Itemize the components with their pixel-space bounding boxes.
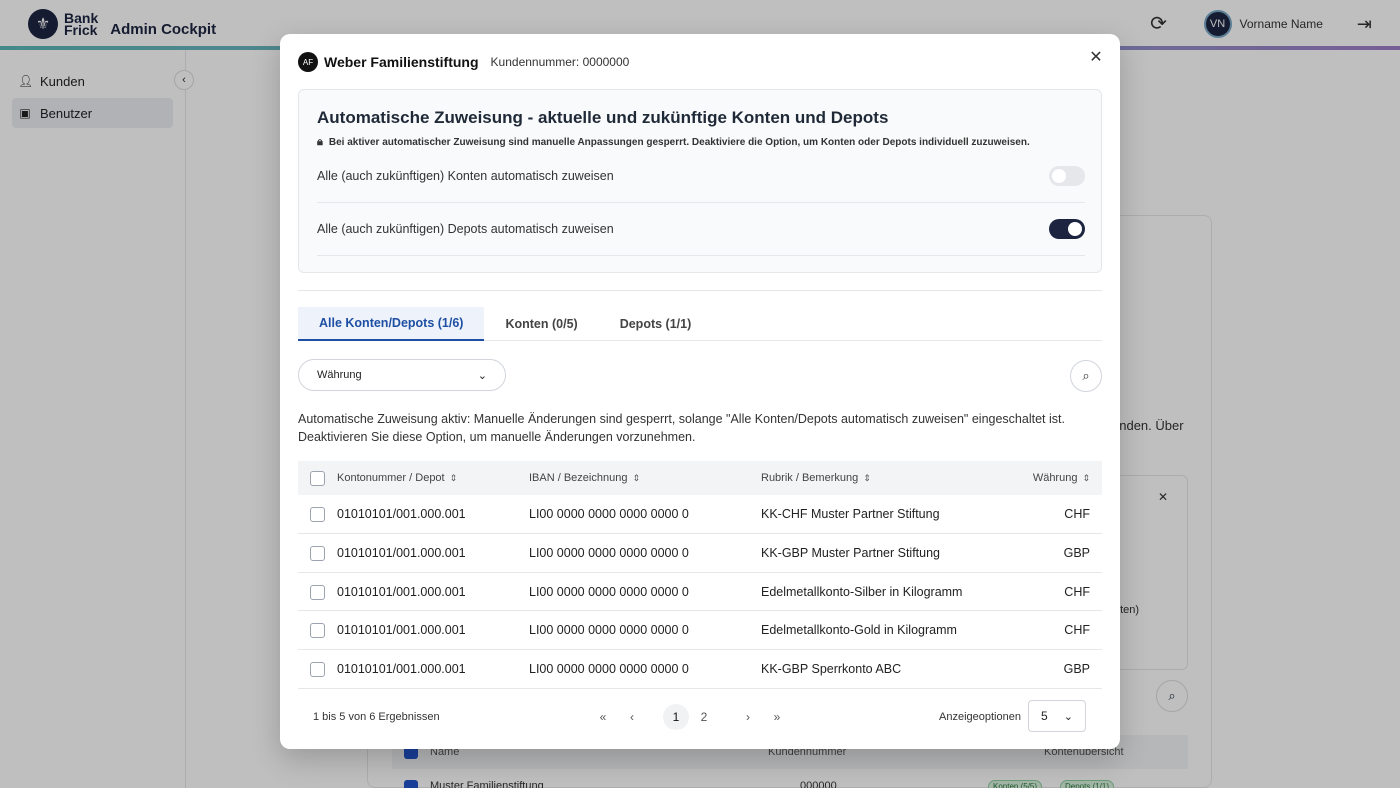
page-size-select[interactable]: 5 ⌄ [1028,700,1086,732]
row-checkbox[interactable] [310,507,325,522]
column-header-label: Kontonummer / Depot [337,472,445,484]
tab-depots[interactable]: Depots (1/1) [599,307,713,341]
cell-konto: 01010101/001.000.001 [337,584,466,599]
cell-iban: LI00 0000 0000 0000 0000 0 [529,507,689,521]
chevron-down-icon: ⌄ [477,369,487,382]
cell-iban: LI00 0000 0000 0000 0000 0 [529,584,689,599]
currency-filter-select[interactable]: Währung ⌄ [298,359,506,391]
tab-alle[interactable]: Alle Konten/Depots (1/6) [298,307,485,341]
auto-assignment-note: 🔒︎ Bei aktiver automatischer Zuweisung s… [317,136,1030,149]
table-header: Kontonummer / Depot ⇕ IBAN / Bezeichnung ⇕… [298,461,1102,495]
search-icon: ⌕ [1082,368,1090,383]
client-number: Kundennummer: 0000000 [490,55,630,69]
search-button[interactable]: ⌕ [1070,360,1102,392]
client-avatar: AF [298,52,318,72]
column-header-rubrik[interactable]: Rubrik / Bemerkung ⇕ [761,472,871,484]
table-row[interactable]: 01010101/001.000.001 LI00 0000 0000 0000… [298,650,1102,689]
cell-iban: LI00 0000 0000 0000 0000 0 [529,623,689,638]
auto-assignment-panel: Automatische Zuweisung - aktuelle und zu… [298,89,1102,273]
client-name: Weber Familienstiftung [324,54,479,70]
cell-currency: CHF [1064,507,1090,521]
divider [298,290,1102,291]
toggle-depots[interactable] [1049,219,1085,239]
currency-filter-label: Währung [317,369,362,381]
modal-header: AF Weber Familienstiftung Kundennummer: … [298,52,629,72]
column-header-iban[interactable]: IBAN / Bezeichnung ⇕ [529,472,640,484]
toggle-knob [1068,222,1082,236]
table-row[interactable]: 01010101/001.000.001 LI00 0000 0000 0000… [298,495,1102,534]
cell-currency: CHF [1064,623,1090,638]
double-chevron-right-icon: » [773,710,781,724]
row-checkbox[interactable] [310,623,325,639]
lock-icon: 🔒︎ [317,136,323,148]
info-line-2: Deaktivieren Sie diese Option, um manuel… [298,430,696,444]
pagination: 1 bis 5 von 6 Ergebnissen « ‹ 1 2 › » An… [298,699,1102,733]
cell-rubrik: KK-GBP Muster Partner Stiftung [761,545,941,560]
column-header-currency[interactable]: Währung ⇕ [1033,472,1090,484]
auto-assignment-note-text: Bei aktiver automatischer Zuweisung sind… [328,137,1030,148]
column-header-konto[interactable]: Kontonummer / Depot ⇕ [337,472,457,484]
cell-iban: LI00 0000 0000 0000 0000 0 [529,662,689,677]
first-page-button[interactable]: « [590,704,616,730]
cell-konto: 01010101/001.000.001 [337,623,466,638]
cell-currency: CHF [1064,584,1090,599]
cell-konto: 01010101/001.000.001 [337,545,466,560]
toggle-label-depots: Alle (auch zukünftigen) Depots automatis… [317,222,614,236]
toggle-row-konten: Alle (auch zukünftigen) Konten automatis… [317,150,1085,203]
toggle-knob [1052,169,1066,183]
table-row[interactable]: 01010101/001.000.001 LI00 0000 0000 0000… [298,573,1102,612]
cell-konto: 01010101/001.000.001 [337,507,466,521]
page-button-2[interactable]: 2 [691,704,717,730]
close-icon[interactable]: ✕ [1088,50,1104,66]
column-header-label: IBAN / Bezeichnung [529,472,628,484]
sort-icon: ⇕ [632,473,640,483]
chevron-left-icon: ‹ [630,710,634,724]
toggle-konten[interactable] [1049,166,1085,186]
info-text: Automatische Zuweisung aktiv: Manuelle Ä… [298,410,1098,446]
cell-currency: GBP [1063,662,1090,677]
assignment-modal: AF Weber Familienstiftung Kundennummer: … [280,34,1120,749]
cell-currency: GBP [1063,545,1090,560]
tab-bar: Alle Konten/Depots (1/6) Konten (0/5) De… [298,307,1102,341]
sort-icon: ⇕ [1082,473,1090,483]
info-line-1: Automatische Zuweisung aktiv: Manuelle Ä… [298,412,1065,426]
select-all-checkbox[interactable] [310,471,325,486]
cell-rubrik: Edelmetallkonto-Gold in Kilogramm [761,623,957,638]
row-checkbox[interactable] [310,662,325,678]
next-page-button[interactable]: › [735,704,761,730]
prev-page-button[interactable]: ‹ [619,704,645,730]
accounts-table: Kontonummer / Depot ⇕ IBAN / Bezeichnung ⇕… [298,461,1102,689]
toggle-row-depots: Alle (auch zukünftigen) Depots automatis… [317,203,1085,256]
display-options-label: Anzeigeoptionen [939,711,1021,723]
table-row[interactable]: 01010101/001.000.001 LI00 0000 0000 0000… [298,611,1102,651]
tab-konten[interactable]: Konten (0/5) [484,307,598,341]
sort-icon: ⇕ [449,473,458,483]
cell-konto: 01010101/001.000.001 [337,662,466,677]
page-size-value: 5 [1041,709,1048,723]
column-header-label: Währung [1032,472,1078,484]
sort-icon: ⇕ [863,473,871,483]
row-checkbox[interactable] [310,584,325,600]
chevron-right-icon: › [746,710,750,724]
table-row[interactable]: 01010101/001.000.001 LI00 0000 0000 0000… [298,534,1102,573]
page-button-1[interactable]: 1 [663,704,689,730]
toggle-label-konten: Alle (auch zukünftigen) Konten automatis… [317,169,614,183]
cell-rubrik: KK-GBP Sperrkonto ABC [761,662,902,677]
auto-assignment-title: Automatische Zuweisung - aktuelle und zu… [317,108,889,127]
last-page-button[interactable]: » [764,704,790,730]
cell-iban: LI00 0000 0000 0000 0000 0 [529,545,689,560]
double-chevron-left-icon: « [599,710,607,724]
result-count: 1 bis 5 von 6 Ergebnissen [313,711,440,723]
row-checkbox[interactable] [310,545,325,561]
cell-rubrik: Edelmetallkonto-Silber in Kilogramm [761,584,963,599]
cell-rubrik: KK-CHF Muster Partner Stiftung [761,507,940,521]
chevron-down-icon: ⌄ [1063,710,1073,723]
column-header-label: Rubrik / Bemerkung [761,472,859,484]
